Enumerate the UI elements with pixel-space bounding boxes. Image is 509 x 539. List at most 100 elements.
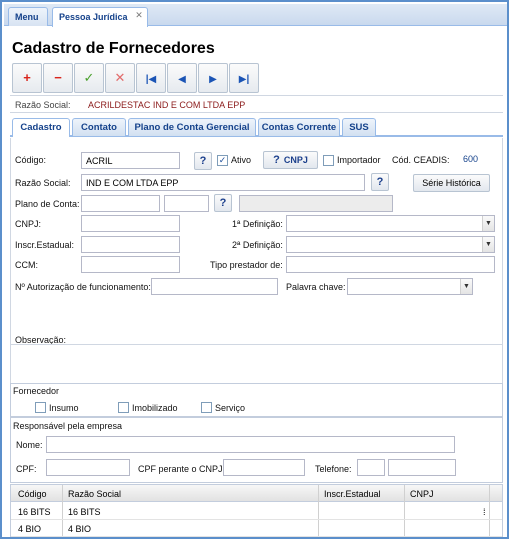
importador-label: Importador bbox=[337, 155, 381, 165]
plano-conta-label: Plano de Conta: bbox=[15, 199, 80, 209]
razao-social-label: Razão Social: bbox=[15, 178, 71, 188]
cpf-perante-cnpj-input[interactable] bbox=[223, 459, 305, 476]
cod-ceadis-label: Cód. CEADIS: bbox=[392, 155, 450, 165]
cancel-button[interactable]: ✕ bbox=[105, 63, 135, 93]
confirm-button[interactable]: ✓ bbox=[74, 63, 104, 93]
definicao-1-select[interactable]: ▼ bbox=[286, 215, 495, 232]
plus-icon: + bbox=[23, 70, 31, 85]
main-tab-bar: Cadastro Contato Plano de Conta Gerencia… bbox=[10, 118, 503, 137]
delete-button[interactable]: − bbox=[43, 63, 73, 93]
definicao-1-label: 1ª Definição: bbox=[232, 219, 283, 229]
autorizacao-label: Nº Autorização de funcionamento: bbox=[15, 282, 151, 292]
telefone-input[interactable] bbox=[388, 459, 456, 476]
definicao-2-select[interactable]: ▼ bbox=[286, 236, 495, 253]
top-tab-bar: Menu Pessoa Jurídica ✕ bbox=[4, 4, 507, 27]
servico-checkbox[interactable] bbox=[201, 402, 212, 413]
table-row[interactable]: 4 BIO 4 BIO bbox=[11, 520, 502, 537]
last-record-button[interactable]: ▶| bbox=[229, 63, 259, 93]
divider bbox=[10, 95, 503, 96]
nome-input[interactable] bbox=[46, 436, 455, 453]
tab-menu-label: Menu bbox=[15, 12, 39, 22]
cell-razao-social: 4 BIO bbox=[68, 524, 92, 534]
first-icon: |◀ bbox=[145, 74, 157, 85]
servico-label: Serviço bbox=[215, 403, 246, 413]
cnpj-lookup-button[interactable]: ? CNPJ bbox=[263, 151, 318, 169]
check-icon: ✓ bbox=[218, 155, 227, 165]
codigo-help-button[interactable]: ? bbox=[194, 152, 212, 170]
column-header-razao-social[interactable]: Razão Social bbox=[68, 489, 121, 499]
ccm-input[interactable] bbox=[81, 256, 180, 273]
tab-menu[interactable]: Menu bbox=[8, 7, 48, 26]
table-header: Código Razão Social Inscr.Estadual CNPJ bbox=[11, 485, 502, 502]
cell-razao-social: 16 BITS bbox=[68, 507, 101, 517]
razao-help-button[interactable]: ? bbox=[371, 173, 389, 191]
app-window: Menu Pessoa Jurídica ✕ Cadastro de Forne… bbox=[0, 0, 509, 539]
palavra-chave-select[interactable]: ▼ bbox=[347, 278, 473, 295]
fornecedores-table: Código Razão Social Inscr.Estadual CNPJ … bbox=[10, 484, 503, 537]
plano-conta-help-button[interactable]: ? bbox=[214, 194, 232, 212]
telefone-ddd-input[interactable] bbox=[357, 459, 385, 476]
observacao-textarea[interactable] bbox=[10, 344, 503, 382]
importador-checkbox[interactable] bbox=[323, 155, 334, 166]
tab-contato[interactable]: Contato bbox=[72, 118, 126, 136]
cnpj-input[interactable] bbox=[81, 215, 180, 232]
cnpj-label: CNPJ: bbox=[15, 219, 42, 229]
tab-contas-corrente[interactable]: Contas Corrente bbox=[258, 118, 340, 136]
responsavel-title: Responsável pela empresa bbox=[13, 421, 123, 431]
add-button[interactable]: + bbox=[12, 63, 42, 93]
x-icon: ✕ bbox=[114, 70, 126, 85]
prev-icon: ◀ bbox=[178, 74, 186, 85]
razao-social-input[interactable]: IND E COM LTDA EPP bbox=[81, 174, 365, 191]
plano-conta-description bbox=[239, 195, 393, 212]
imobilizado-checkbox[interactable] bbox=[118, 402, 129, 413]
serie-historica-button[interactable]: Série Histórica bbox=[413, 174, 490, 192]
ccm-label: CCM: bbox=[15, 260, 38, 270]
razao-header-value: ACRILDESTAC IND E COM LTDA EPP bbox=[88, 100, 246, 110]
chevron-down-icon[interactable]: ▼ bbox=[482, 216, 494, 231]
tab-pessoa-juridica-label: Pessoa Jurídica bbox=[59, 12, 128, 22]
nome-label: Nome: bbox=[16, 440, 43, 450]
cell-codigo: 4 BIO bbox=[18, 524, 42, 534]
insumo-checkbox[interactable] bbox=[35, 402, 46, 413]
cpf-perante-cnpj-label: CPF perante o CNPJ: bbox=[138, 464, 226, 474]
inscr-estadual-label: Inscr.Estadual: bbox=[15, 240, 75, 250]
definicao-2-label: 2ª Definição: bbox=[232, 240, 283, 250]
tab-sus[interactable]: SUS bbox=[342, 118, 376, 136]
imobilizado-label: Imobilizado bbox=[132, 403, 178, 413]
plano-conta-input-2[interactable] bbox=[164, 195, 209, 212]
cpf-input[interactable] bbox=[46, 459, 130, 476]
tab-cadastro[interactable]: Cadastro bbox=[12, 118, 70, 137]
tab-pessoa-juridica[interactable]: Pessoa Jurídica ✕ bbox=[52, 7, 148, 27]
ativo-label: Ativo bbox=[231, 155, 252, 165]
question-icon: ? bbox=[376, 176, 384, 188]
column-header-codigo[interactable]: Código bbox=[18, 489, 47, 499]
plano-conta-input[interactable] bbox=[81, 195, 160, 212]
autorizacao-input[interactable] bbox=[151, 278, 278, 295]
table-row[interactable]: 16 BITS 16 BITS ⁞ bbox=[11, 503, 502, 520]
first-record-button[interactable]: |◀ bbox=[136, 63, 166, 93]
divider bbox=[10, 112, 503, 113]
inscr-estadual-input[interactable] bbox=[81, 236, 180, 253]
palavra-chave-label: Palavra chave: bbox=[286, 282, 346, 292]
truncation-icon: ⁞ bbox=[483, 507, 486, 517]
column-header-cnpj[interactable]: CNPJ bbox=[410, 489, 434, 499]
column-header-inscr-estadual[interactable]: Inscr.Estadual bbox=[324, 489, 381, 499]
fornecedor-section bbox=[10, 383, 503, 417]
tab-plano-conta-gerencial[interactable]: Plano de Conta Gerencial bbox=[128, 118, 256, 136]
chevron-down-icon[interactable]: ▼ bbox=[460, 279, 472, 294]
page-title: Cadastro de Fornecedores bbox=[12, 40, 215, 57]
fornecedor-title: Fornecedor bbox=[13, 386, 60, 396]
codigo-input[interactable]: ACRIL bbox=[81, 152, 180, 169]
next-record-button[interactable]: ▶ bbox=[198, 63, 228, 93]
ativo-checkbox[interactable]: ✓ bbox=[217, 155, 228, 166]
tipo-prestador-input[interactable] bbox=[286, 256, 495, 273]
close-icon[interactable]: ✕ bbox=[134, 10, 144, 20]
telefone-label: Telefone: bbox=[315, 464, 352, 474]
cod-ceadis-value: 600 bbox=[463, 154, 479, 164]
previous-record-button[interactable]: ◀ bbox=[167, 63, 197, 93]
razao-header-label: Razão Social: bbox=[15, 100, 71, 110]
minus-icon: − bbox=[54, 70, 62, 85]
check-icon: ✓ bbox=[83, 70, 95, 85]
next-icon: ▶ bbox=[209, 74, 217, 85]
chevron-down-icon[interactable]: ▼ bbox=[482, 237, 494, 252]
